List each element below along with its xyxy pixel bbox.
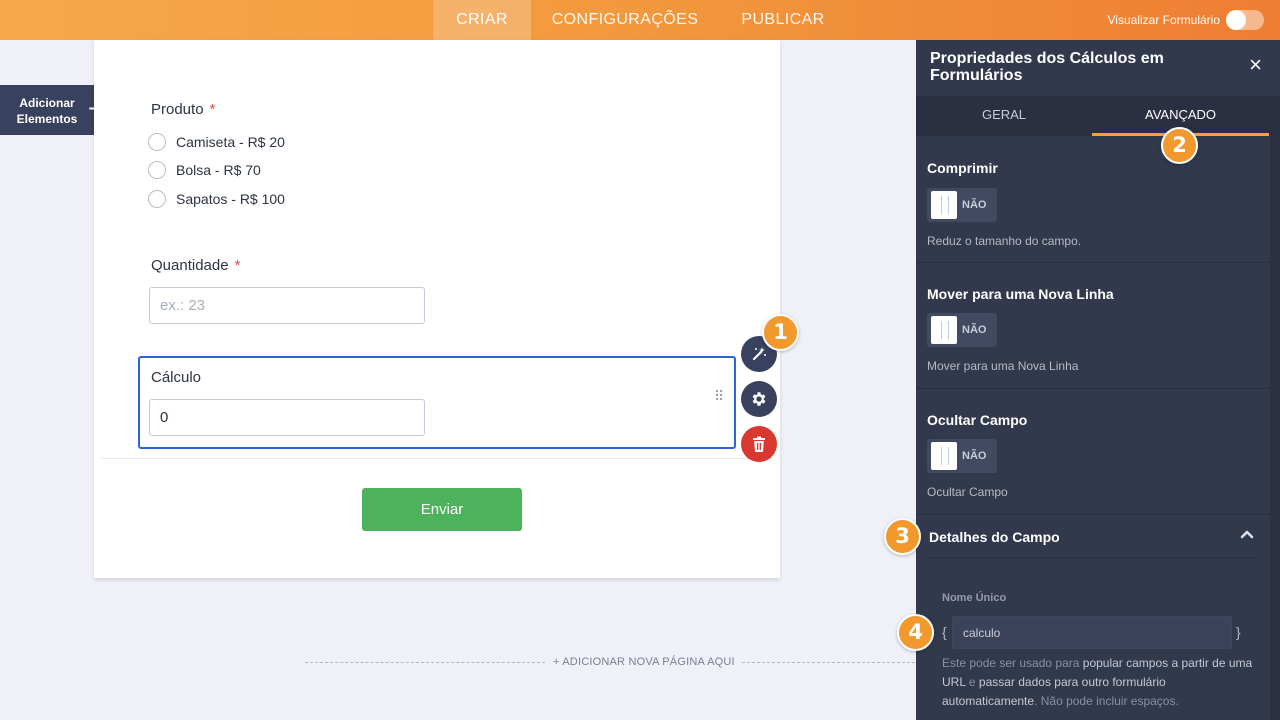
delete-field-button[interactable]	[741, 426, 777, 462]
dashed-line	[305, 662, 545, 663]
step-badge-2: 2	[1161, 127, 1198, 164]
add-new-page-divider: + ADICIONAR NOVA PÁGINA AQUI	[305, 653, 915, 673]
field-details-title[interactable]: Detalhes do Campo	[929, 529, 1060, 545]
field-settings-button[interactable]	[741, 381, 777, 417]
add-new-page-link[interactable]: + ADICIONAR NOVA PÁGINA AQUI	[553, 656, 735, 668]
submit-button[interactable]: Enviar	[362, 488, 522, 531]
help-text: e	[965, 675, 979, 689]
add-elements-label: Adicionar Elementos	[12, 95, 82, 127]
new-line-section: Mover para uma Nova Linha NÃO Mover para…	[916, 263, 1270, 389]
toggle-knob	[931, 191, 957, 219]
help-text: . Não pode incluir espaços.	[1034, 694, 1179, 708]
dashed-line	[742, 662, 915, 663]
quantity-field-label: Quantidade *	[151, 257, 240, 274]
form-divider	[102, 458, 772, 459]
radio-option-label: Bolsa - R$ 70	[176, 162, 261, 178]
tab-geral[interactable]: GERAL	[916, 96, 1092, 136]
gear-icon	[752, 392, 766, 406]
chevron-up-icon[interactable]	[1240, 527, 1254, 541]
top-navigation-bar: CRIAR CONFIGURAÇÕES PUBLICAR Visualizar …	[0, 0, 1280, 40]
radio-button[interactable]	[148, 133, 166, 151]
new-line-title: Mover para uma Nova Linha	[927, 286, 1114, 302]
unique-name-input[interactable]	[952, 616, 1232, 649]
preview-form-label: Visualizar Formulário	[1107, 13, 1220, 27]
quantity-input[interactable]	[149, 287, 425, 324]
brace-close: }	[1236, 624, 1241, 640]
quantity-label-text: Quantidade	[151, 257, 229, 274]
unique-name-label: Nome Único	[942, 592, 1007, 604]
panel-scrollbar[interactable]	[1270, 136, 1280, 720]
drag-handle-icon[interactable]: ⠿	[714, 389, 726, 411]
radio-option-sapatos[interactable]: Sapatos - R$ 100	[148, 189, 285, 209]
new-line-toggle[interactable]: NÃO	[927, 313, 997, 347]
properties-panel: Propriedades dos Cálculos em Formulários…	[916, 40, 1280, 720]
hide-field-description: Ocultar Campo	[927, 485, 1008, 499]
toggle-state: NÃO	[962, 199, 987, 211]
form-canvas: Produto * Camiseta - R$ 20 Bolsa - R$ 70 …	[94, 40, 780, 578]
toggle-knob	[1226, 10, 1246, 30]
hide-field-section: Ocultar Campo NÃO Ocultar Campo	[916, 389, 1270, 515]
step-badge-1: 1	[762, 314, 799, 351]
radio-option-bolsa[interactable]: Bolsa - R$ 70	[148, 160, 261, 180]
radio-button[interactable]	[148, 161, 166, 179]
step-badge-3: 3	[884, 518, 921, 555]
radio-option-label: Camiseta - R$ 20	[176, 134, 285, 150]
toggle-state: NÃO	[962, 324, 987, 336]
panel-title: Propriedades dos Cálculos em Formulários	[930, 50, 1164, 84]
calculation-field-label: Cálculo	[151, 369, 202, 386]
step-badge-4: 4	[897, 614, 934, 651]
unique-name-help-text: Este pode ser usado para popular campos …	[942, 654, 1258, 711]
help-text: Este pode ser usado para	[942, 656, 1083, 670]
add-elements-label-line2: Elementos	[16, 112, 78, 126]
compress-toggle[interactable]: NÃO	[927, 188, 997, 222]
preview-form-toggle[interactable]	[1226, 10, 1264, 30]
required-asterisk: *	[234, 257, 241, 274]
trash-icon	[753, 436, 765, 452]
radio-option-camiseta[interactable]: Camiseta - R$ 20	[148, 132, 285, 152]
panel-tabs: GERAL AVANÇADO	[916, 96, 1280, 136]
tab-configuracoes[interactable]: CONFIGURAÇÕES	[540, 0, 710, 40]
add-elements-label-line1: Adicionar	[19, 96, 75, 110]
product-label-text: Produto	[151, 101, 204, 118]
toggle-knob	[931, 316, 957, 344]
required-asterisk: *	[209, 101, 216, 118]
hide-field-toggle[interactable]: NÃO	[927, 439, 997, 473]
new-line-description: Mover para uma Nova Linha	[927, 359, 1079, 373]
close-icon[interactable]: ×	[1249, 54, 1262, 76]
brace-open: {	[942, 624, 947, 640]
compress-description: Reduz o tamanho do campo.	[927, 234, 1082, 248]
details-divider	[927, 557, 1255, 558]
compress-section: Comprimir NÃO Reduz o tamanho do campo.	[916, 136, 1270, 263]
product-field-label: Produto *	[151, 101, 215, 118]
toggle-knob	[931, 442, 957, 470]
hide-field-title: Ocultar Campo	[927, 412, 1028, 428]
calculation-input[interactable]	[149, 399, 425, 436]
radio-option-label: Sapatos - R$ 100	[176, 191, 285, 207]
tab-criar[interactable]: CRIAR	[433, 0, 531, 40]
toggle-state: NÃO	[962, 450, 987, 462]
tab-publicar[interactable]: PUBLICAR	[728, 0, 838, 40]
panel-header: Propriedades dos Cálculos em Formulários…	[916, 40, 1280, 96]
radio-button[interactable]	[148, 190, 166, 208]
magic-wand-icon	[752, 347, 766, 361]
compress-title: Comprimir	[927, 160, 998, 176]
